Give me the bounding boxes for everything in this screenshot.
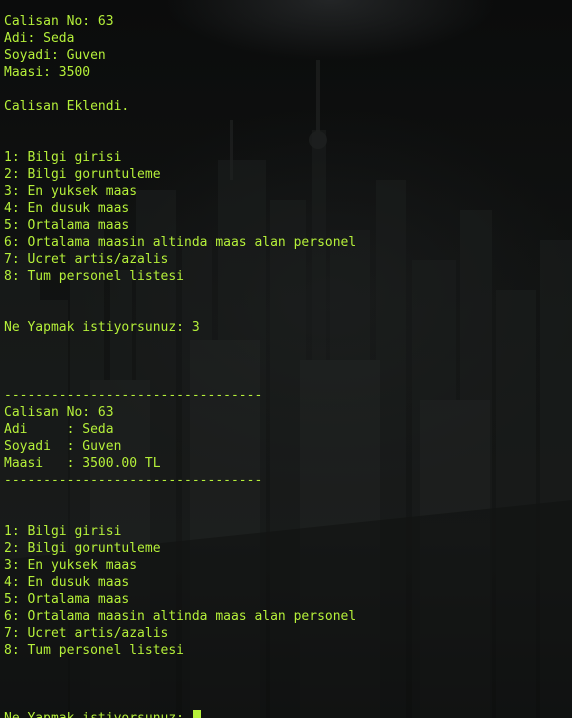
output-line: Maasi : 3500.00 TL [4, 456, 161, 471]
output-line: 2: Bilgi goruntuleme [4, 541, 161, 556]
output-line: 6: Ortalama maasin altinda maas alan per… [4, 235, 357, 250]
output-line: Calisan No: 63 [4, 405, 114, 420]
output-line: 8: Tum personel listesi [4, 643, 185, 658]
output-line: 3: En yuksek maas [4, 184, 138, 199]
output-line: Adi: Seda [4, 31, 75, 46]
output-line: 4: En dusuk maas [4, 201, 130, 216]
output-line: 5: Ortalama maas [4, 218, 130, 233]
output-line: 7: Ucret artis/azalis [4, 252, 169, 267]
output-line: 2: Bilgi goruntuleme [4, 167, 161, 182]
output-line: Ne Yapmak istiyorsunuz: 3 [4, 320, 200, 335]
output-line: Maasi: 3500 [4, 65, 91, 80]
output-line: Calisan Eklendi. [4, 99, 130, 114]
output-line: Soyadi: Guven [4, 48, 106, 63]
output-line: 5: Ortalama maas [4, 592, 130, 607]
output-line: --------------------------------- [4, 388, 263, 403]
output-line: Soyadi : Guven [4, 439, 122, 454]
output-line: 8: Tum personel listesi [4, 269, 185, 284]
output-line: 1: Bilgi girisi [4, 150, 122, 165]
terminal-window[interactable]: Calisan No: 63 Adi: Seda Soyadi: Guven Maas… [0, 0, 572, 718]
output-line: --------------------------------- [4, 473, 263, 488]
output-line: 6: Ortalama maasin altinda maas alan per… [4, 609, 357, 624]
output-line: 4: En dusuk maas [4, 575, 130, 590]
terminal-output: Calisan No: 63 Adi: Seda Soyadi: Guven Maas… [4, 13, 356, 718]
prompt-line[interactable]: Ne Yapmak istiyorsunuz: [4, 710, 356, 718]
output-line: Adi : Seda [4, 422, 114, 437]
output-line: 1: Bilgi girisi [4, 524, 122, 539]
output-line: 3: En yuksek maas [4, 558, 138, 573]
output-line: 7: Ucret artis/azalis [4, 626, 169, 641]
text-cursor [192, 710, 201, 718]
output-line: Calisan No: 63 [4, 14, 114, 29]
